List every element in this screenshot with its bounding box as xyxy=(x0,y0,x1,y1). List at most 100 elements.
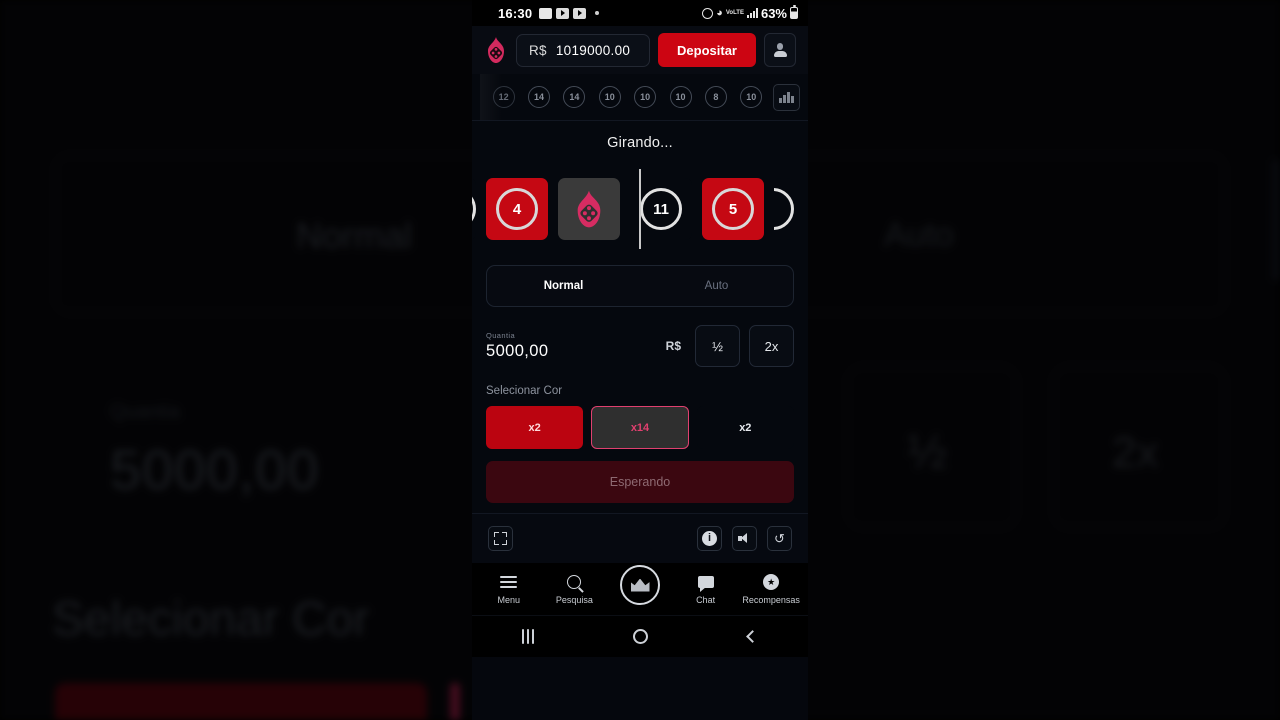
nav-label-recompensas: Recompensas xyxy=(742,594,800,605)
system-navigation-bar xyxy=(472,615,808,657)
history-fade-overlay xyxy=(480,74,502,120)
wifi-icon: ◕ xyxy=(716,6,723,19)
info-icon: i xyxy=(702,531,717,546)
color-button-black[interactable]: x2 xyxy=(696,406,794,449)
calendar-icon xyxy=(539,7,553,19)
amount-input[interactable]: Quantia 5000,00 xyxy=(486,331,657,361)
nav-item-menu[interactable]: Menu xyxy=(476,574,542,605)
balance-field[interactable]: R$ 1019000.00 xyxy=(516,33,651,67)
dot-indicator-icon xyxy=(595,11,600,15)
nav-label-chat: Chat xyxy=(696,594,716,605)
app-header: R$ 1019000.00 Depositar xyxy=(472,26,808,74)
deposit-button[interactable]: Depositar xyxy=(658,33,756,67)
volte-icon: VoLTE xyxy=(725,10,744,16)
background-red-color-button xyxy=(55,683,427,720)
info-button[interactable]: i xyxy=(697,526,722,551)
game-stage: Girando... 4 11 5 xyxy=(472,121,808,261)
background-normal-label: Normal xyxy=(296,215,413,256)
reel-center-marker xyxy=(639,169,641,249)
nav-item-recompensas[interactable]: ★ Recompensas xyxy=(738,574,804,605)
alarm-icon xyxy=(702,7,714,19)
nav-item-chat[interactable]: Chat xyxy=(673,574,739,605)
background-quantia-label: Quantia xyxy=(110,401,181,423)
half-amount-button[interactable]: ½ xyxy=(695,325,740,367)
history-strip: 12 14 14 10 10 10 8 10 xyxy=(472,74,808,121)
reel-tile-value xyxy=(774,188,794,230)
reel-tile xyxy=(472,178,476,240)
history-results-list[interactable]: 12 14 14 10 10 10 8 10 xyxy=(472,86,769,108)
amount-row: Quantia 5000,00 R$ ½ 2x xyxy=(486,325,794,367)
history-icon: ↺ xyxy=(774,531,785,546)
bar-chart-icon[interactable] xyxy=(773,83,800,111)
game-footer-toolbar: i ↺ xyxy=(472,513,808,563)
signal-icon xyxy=(746,8,758,18)
background-half-label: ½ xyxy=(907,426,948,479)
flame-dice-logo-icon xyxy=(577,190,601,228)
amount-value: 5000,00 xyxy=(486,342,549,360)
reel-tile-value xyxy=(472,188,476,230)
menu-icon xyxy=(500,574,518,591)
background-right-strip xyxy=(1272,160,1280,280)
background-auto-label: Auto xyxy=(884,216,954,254)
amount-currency-label: R$ xyxy=(665,339,681,353)
home-icon xyxy=(632,629,648,644)
recents-button[interactable] xyxy=(498,616,558,658)
history-result-chip[interactable]: 10 xyxy=(634,86,657,108)
balance-currency-label: R$ xyxy=(529,42,547,58)
color-section-label: Selecionar Cor xyxy=(486,385,563,397)
tab-auto[interactable]: Auto xyxy=(640,266,793,306)
color-button-red[interactable]: x2 xyxy=(486,406,584,449)
chat-icon xyxy=(697,574,714,592)
youtube-icon xyxy=(573,7,587,19)
place-bet-button[interactable]: Esperando xyxy=(486,461,794,503)
amount-label: Quantia xyxy=(486,331,516,340)
status-bar: 16:30 ◕ VoLTE 63% xyxy=(472,0,808,26)
color-button-selected[interactable]: x14 xyxy=(591,406,689,449)
status-time: 16:30 xyxy=(498,5,533,21)
battery-icon xyxy=(790,5,798,19)
battery-percent-label: 63% xyxy=(760,5,787,21)
nav-label-pesquisa: Pesquisa xyxy=(555,594,593,605)
phone-viewport: 16:30 ◕ VoLTE 63% R$ 1019000.00 Deposita… xyxy=(472,0,808,720)
nav-item-pesquisa[interactable]: Pesquisa xyxy=(542,574,608,605)
background-selected-color-edge xyxy=(450,683,460,720)
history-result-chip[interactable]: 14 xyxy=(563,86,586,108)
profile-button[interactable] xyxy=(764,33,796,67)
history-result-chip[interactable]: 14 xyxy=(528,86,551,108)
bet-panel: Normal Auto Quantia 5000,00 R$ ½ 2x Sele… xyxy=(472,261,808,513)
nav-label-menu: Menu xyxy=(497,594,521,605)
color-selection-row: x2 x14 x2 xyxy=(486,406,794,449)
reel-tile-logo xyxy=(558,178,620,240)
game-history-button[interactable]: ↺ xyxy=(767,526,792,551)
mode-toggle: Normal Auto xyxy=(486,265,794,307)
history-result-chip[interactable]: 10 xyxy=(669,86,692,108)
fullscreen-icon xyxy=(494,532,507,545)
history-result-chip[interactable]: 10 xyxy=(598,86,621,108)
history-result-chip[interactable]: 10 xyxy=(740,86,763,108)
reel-tile: 5 xyxy=(702,178,764,240)
history-result-chip[interactable]: 8 xyxy=(704,86,727,108)
double-amount-button[interactable]: 2x xyxy=(749,325,794,367)
crown-icon xyxy=(630,578,650,592)
background-quantia-value: 5000,00 xyxy=(110,438,320,501)
back-icon xyxy=(745,630,759,643)
home-button[interactable] xyxy=(610,616,670,658)
person-icon xyxy=(773,43,787,57)
fullscreen-button[interactable] xyxy=(488,526,513,551)
back-button[interactable] xyxy=(722,616,782,658)
background-double-label: 2x xyxy=(1112,428,1159,477)
screen-root: Normal Auto Quantia 5000,00 ½ 2x Selecio… xyxy=(0,0,1280,720)
reel-tile-value: 4 xyxy=(496,188,538,230)
balance-amount-value: 1019000.00 xyxy=(555,42,631,58)
status-system-icons: ◕ VoLTE 63% xyxy=(702,5,798,21)
background-selecionar-label: Selecionar Cor xyxy=(52,593,370,646)
star-icon: ★ xyxy=(763,574,780,591)
youtube-icon xyxy=(556,7,570,19)
tab-normal[interactable]: Normal xyxy=(487,266,640,306)
volume-button[interactable] xyxy=(732,526,757,551)
bottom-nav: Menu Pesquisa Chat ★ Recompensas xyxy=(472,563,808,615)
reel-tile: 4 xyxy=(486,178,548,240)
reel-viewport: 4 11 5 xyxy=(472,169,808,249)
footer-right-tools: i ↺ xyxy=(697,526,792,551)
crown-home-button[interactable] xyxy=(620,565,660,605)
